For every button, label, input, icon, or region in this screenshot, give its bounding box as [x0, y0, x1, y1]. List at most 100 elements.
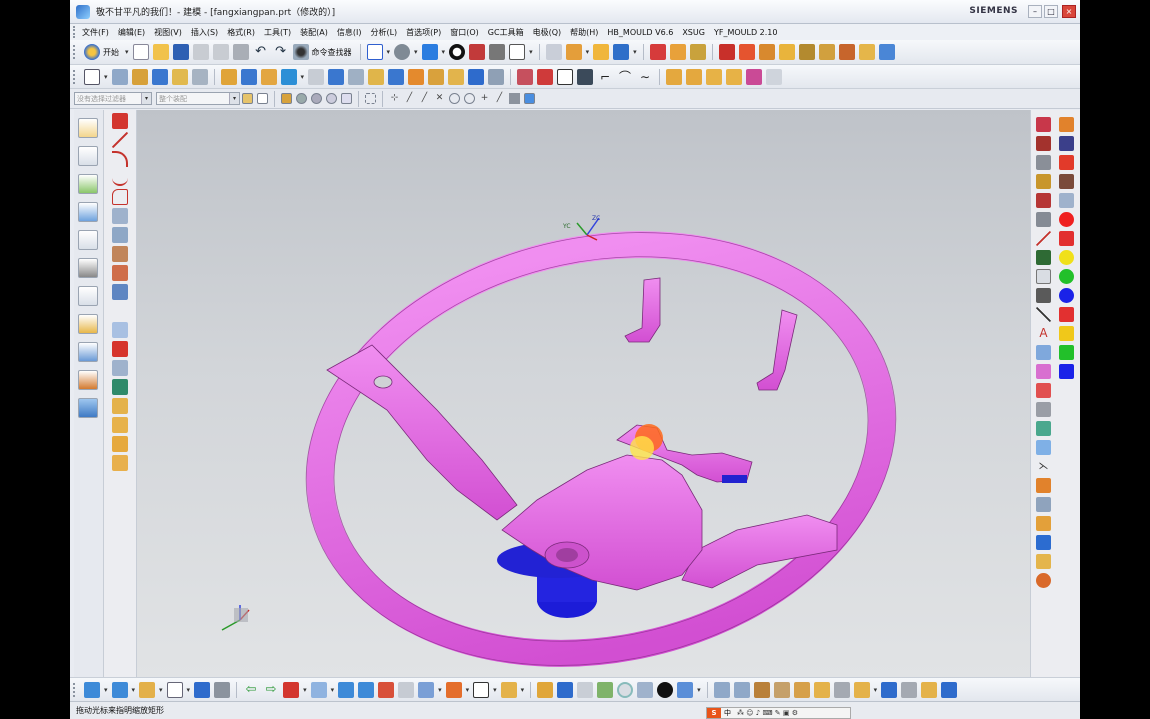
mould-ejector-icon[interactable] — [1036, 288, 1051, 303]
mould-bom-icon[interactable] — [1036, 440, 1051, 455]
yellow-tool-icon[interactable] — [500, 681, 517, 698]
electrode-export-icon[interactable] — [766, 68, 783, 85]
mould-cavity-icon[interactable] — [858, 44, 875, 60]
menu-gc-toolkit[interactable]: GC工具箱 — [488, 27, 524, 38]
snap-bounded-icon[interactable] — [524, 93, 535, 104]
rounded-rect-icon[interactable] — [112, 189, 128, 205]
maximize-button[interactable]: □ — [1044, 5, 1058, 18]
surface-icon[interactable] — [557, 68, 574, 85]
solid-icon[interactable] — [537, 68, 554, 85]
surface-tool-6-icon[interactable] — [813, 681, 830, 698]
snap-face-icon[interactable] — [509, 93, 520, 104]
command-finder-icon[interactable] — [292, 44, 309, 60]
mould-wizard-icon[interactable] — [1036, 117, 1051, 132]
wcs-dynamic-icon[interactable] — [111, 681, 128, 698]
background-icon[interactable] — [509, 44, 526, 60]
snap-endpoint-icon[interactable]: ⊹ — [389, 93, 400, 104]
mould-bend-icon[interactable] — [778, 44, 795, 60]
red-shape-icon[interactable] — [1059, 155, 1074, 170]
select-edges-icon[interactable] — [326, 93, 337, 104]
web-browser-icon[interactable] — [78, 230, 98, 250]
save-icon[interactable] — [172, 44, 189, 60]
surface-tool-3-icon[interactable] — [753, 681, 770, 698]
start-icon[interactable] — [84, 44, 100, 60]
delete-face-icon[interactable] — [488, 68, 505, 85]
mould-line-icon[interactable] — [1036, 231, 1051, 246]
menu-format[interactable]: 格式(R) — [227, 27, 255, 38]
select-components-icon[interactable] — [341, 93, 352, 104]
electrode-check-icon[interactable] — [706, 68, 723, 85]
mirror-icon[interactable] — [428, 68, 445, 85]
replace-face-icon[interactable] — [468, 68, 485, 85]
surface-tool-9-icon[interactable] — [881, 681, 898, 698]
color-green-hex-icon[interactable] — [1059, 345, 1074, 360]
copy-icon[interactable] — [212, 44, 229, 60]
spline-icon[interactable]: ∼ — [637, 69, 653, 85]
surface-tool-2-icon[interactable] — [733, 681, 750, 698]
color-green-icon[interactable] — [1059, 269, 1074, 284]
surface-tool-1-icon[interactable] — [713, 681, 730, 698]
back-arrow-icon[interactable]: ⇦ — [243, 682, 259, 698]
bounded-plane-icon[interactable] — [112, 398, 128, 414]
constraint-navigator-icon[interactable] — [78, 146, 98, 166]
mould-base-icon[interactable] — [1036, 155, 1051, 170]
mould-layout-icon[interactable] — [878, 44, 895, 60]
shaded-view-icon[interactable] — [421, 44, 438, 60]
check-icon[interactable] — [597, 681, 614, 698]
color-red-box-icon[interactable] — [1059, 231, 1074, 246]
history-icon[interactable] — [78, 258, 98, 278]
pattern-icon[interactable] — [408, 68, 425, 85]
menu-insert[interactable]: 插入(S) — [191, 27, 218, 38]
boss-icon[interactable] — [191, 68, 208, 85]
blank-icon[interactable] — [166, 681, 183, 698]
surface-tool-8-icon[interactable] — [853, 681, 870, 698]
menu-edit[interactable]: 编辑(E) — [118, 27, 145, 38]
selection-options-icon[interactable] — [242, 93, 253, 104]
mould-electrode-icon[interactable] — [1036, 478, 1051, 493]
minimize-button[interactable]: – — [1028, 5, 1042, 18]
panda-icon[interactable] — [657, 681, 674, 698]
surface-tool-11-icon[interactable] — [921, 681, 938, 698]
render-style-icon[interactable] — [449, 44, 466, 60]
command-finder-button[interactable]: 命令查找器 — [312, 47, 352, 58]
ime-toolbar[interactable]: S 中 ⁂ ☺ ♪ ⌨ ✎ ▣ ⚙ — [706, 707, 851, 719]
mould-block-icon[interactable] — [718, 44, 735, 60]
menu-info[interactable]: 信息(I) — [337, 27, 362, 38]
block-icon[interactable] — [151, 68, 168, 85]
mould-text-icon[interactable]: A — [1036, 326, 1051, 341]
pencil-icon[interactable] — [378, 681, 395, 698]
view-cube-icon[interactable] — [1059, 193, 1074, 208]
mould-insert-icon[interactable] — [1036, 383, 1051, 398]
offset-curve-icon[interactable] — [112, 227, 128, 243]
select-features-icon[interactable] — [281, 93, 292, 104]
table-icon[interactable] — [310, 681, 327, 698]
chart-icon[interactable] — [445, 681, 462, 698]
snap-intersection-icon[interactable]: ✕ — [434, 93, 445, 104]
mould-runner-icon[interactable] — [1036, 193, 1051, 208]
menu-preferences[interactable]: 首选项(P) — [406, 27, 441, 38]
project-curve-icon[interactable] — [112, 208, 128, 224]
menu-yf-mould[interactable]: YF_MOULD 2.10 — [714, 28, 778, 37]
patch-icon[interactable] — [112, 436, 128, 452]
move-face-icon[interactable] — [448, 68, 465, 85]
unite-icon[interactable] — [220, 68, 237, 85]
select-faces-icon[interactable] — [296, 93, 307, 104]
surface-tool-12-icon[interactable] — [941, 681, 958, 698]
mould-pocket-icon[interactable] — [1036, 402, 1051, 417]
move-object-icon[interactable] — [194, 681, 211, 698]
type-filter-combo[interactable]: 没有选择过滤器 ▾ — [74, 92, 152, 105]
ruled-surface-icon[interactable] — [112, 322, 128, 338]
mould-box-icon[interactable] — [818, 44, 835, 60]
mould-frame-icon[interactable] — [1036, 269, 1051, 284]
rectangle-select-icon[interactable] — [365, 93, 376, 104]
sew-icon[interactable] — [112, 417, 128, 433]
color-red-hex-icon[interactable] — [1059, 307, 1074, 322]
ime-punct-icon[interactable]: ⁂ ☺ ♪ ⌨ ✎ ▣ ⚙ — [737, 709, 798, 717]
color-blue-hex-icon[interactable] — [1059, 364, 1074, 379]
process-studio-icon[interactable] — [78, 314, 98, 334]
red-cube-icon[interactable] — [283, 681, 300, 698]
electrode-table-icon[interactable] — [726, 68, 743, 85]
color-yellow-icon[interactable] — [1059, 250, 1074, 265]
fit-view-icon[interactable] — [366, 44, 383, 60]
assembly-filter-combo[interactable]: 整个装配 ▾ — [156, 92, 240, 105]
